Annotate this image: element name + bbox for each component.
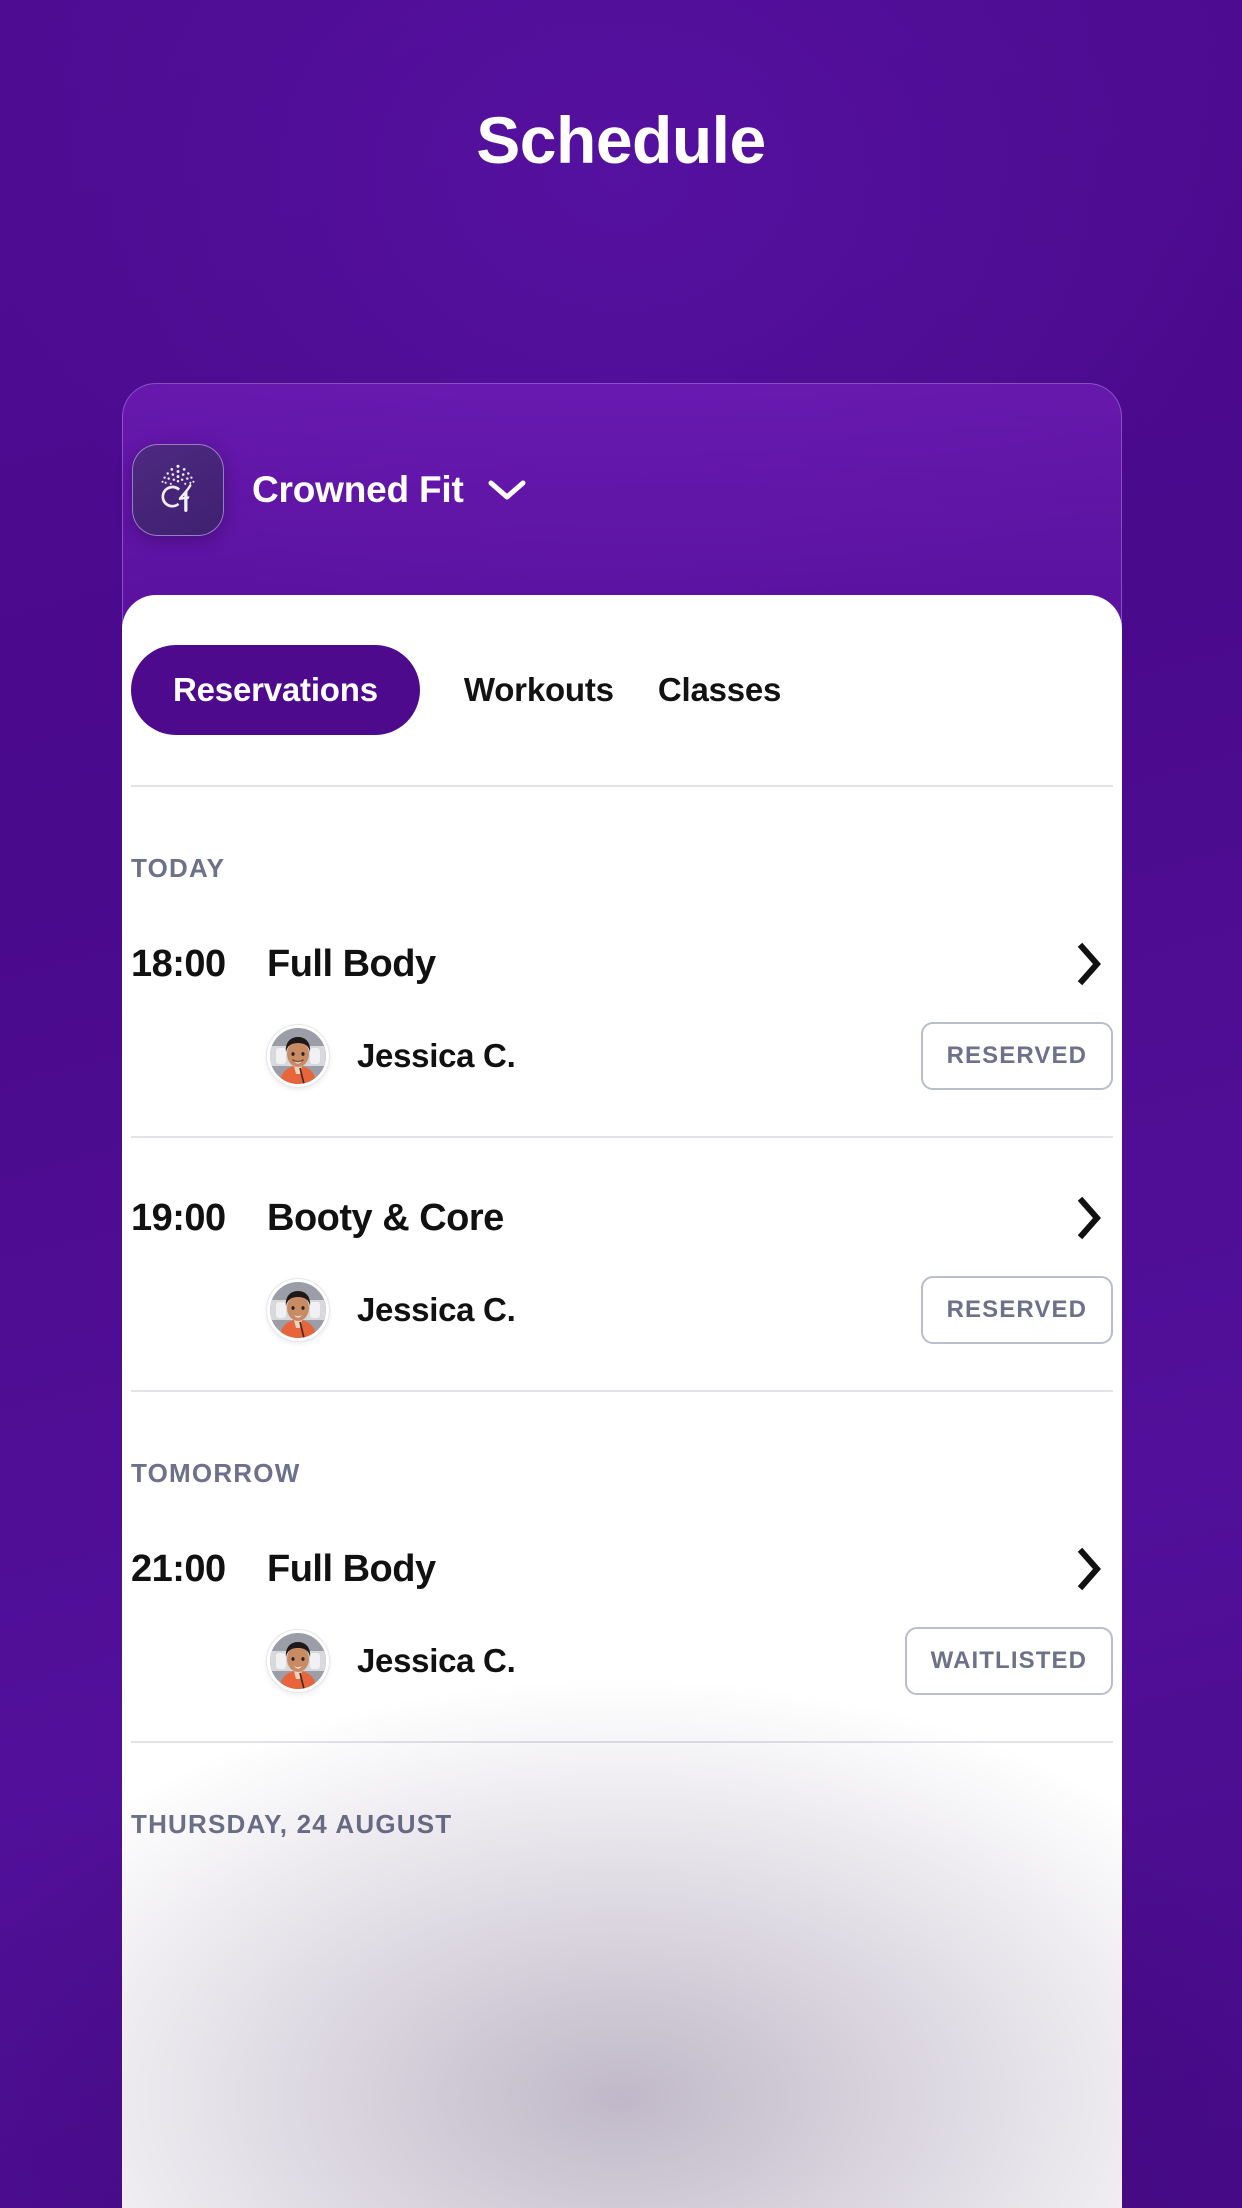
trainer-avatar-photo [267, 1279, 329, 1341]
brand-name: Crowned Fit [252, 469, 464, 510]
trainer-row: Jessica C. RESERVED [122, 986, 1122, 1090]
section-header-tomorrow: TOMORROW [131, 1458, 301, 1488]
status-badge[interactable]: WAITLISTED [904, 1627, 1113, 1695]
tab-reservations[interactable]: Reservations [131, 645, 420, 735]
chevron-right-icon[interactable] [1075, 942, 1113, 986]
class-name: Booty & Core [267, 1196, 504, 1239]
section-header-thursday: THURSDAY, 24 AUGUST [131, 1809, 453, 1839]
trainer-row: Jessica C. WAITLISTED [122, 1591, 1122, 1695]
tab-workouts[interactable]: Workouts [464, 645, 614, 735]
chevron-down-icon[interactable] [488, 478, 526, 502]
tab-classes[interactable]: Classes [658, 645, 782, 735]
trainer-name: Jessica C. [357, 1037, 516, 1074]
trainer-name: Jessica C. [357, 1291, 516, 1328]
chevron-right-icon[interactable] [1075, 1196, 1113, 1240]
brand-selector[interactable]: Crowned Fit [132, 426, 526, 554]
trainer-name: Jessica C. [357, 1642, 516, 1679]
trainer-avatar-photo [267, 1630, 329, 1692]
status-badge[interactable]: RESERVED [920, 1276, 1113, 1344]
app-screen: Schedule Crowned Fit Reservations Workou… [0, 0, 1242, 2208]
chevron-right-icon[interactable] [1075, 1547, 1113, 1591]
crowned-fit-cf-monogram-icon [132, 444, 224, 536]
status-badge[interactable]: RESERVED [920, 1022, 1113, 1090]
class-name: Full Body [267, 942, 436, 985]
trainer-avatar-photo [267, 1025, 329, 1087]
trainer-row: Jessica C. RESERVED [122, 1240, 1122, 1344]
class-time: 18:00 [131, 942, 226, 985]
section-header-today: TODAY [131, 853, 226, 883]
class-row[interactable]: 19:00 Booty & Core [122, 1138, 1122, 1240]
class-row[interactable]: 18:00 Full Body [122, 884, 1122, 986]
class-time: 19:00 [131, 1196, 226, 1239]
class-name: Full Body [267, 1547, 436, 1590]
class-row[interactable]: 21:00 Full Body [122, 1489, 1122, 1591]
page-title: Schedule [476, 103, 766, 177]
schedule-panel: Reservations Workouts Classes TODAY 18:0… [122, 595, 1122, 2208]
tab-bar: Reservations Workouts Classes [122, 595, 1122, 735]
class-time: 21:00 [131, 1547, 226, 1590]
